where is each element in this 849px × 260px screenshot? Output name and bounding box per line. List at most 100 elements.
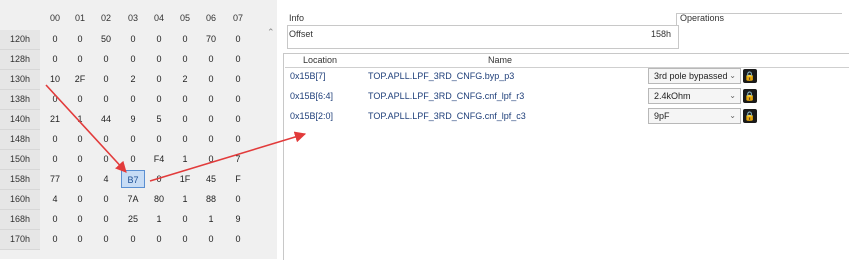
hex-cell[interactable]: 0 bbox=[43, 230, 67, 248]
hex-cell[interactable]: 0 bbox=[173, 50, 197, 68]
hex-cell[interactable]: 0 bbox=[94, 210, 118, 228]
hex-cell[interactable]: 50 bbox=[94, 30, 118, 48]
hex-cell[interactable]: 0 bbox=[68, 210, 92, 228]
hex-cell[interactable]: 2 bbox=[173, 70, 197, 88]
hex-cell[interactable]: 0 bbox=[121, 150, 145, 168]
hex-cell[interactable]: 0 bbox=[68, 170, 92, 188]
hex-cell[interactable]: 0 bbox=[43, 150, 67, 168]
hex-cell[interactable]: 0 bbox=[199, 90, 223, 108]
hex-cell[interactable]: 0 bbox=[226, 50, 250, 68]
row-location[interactable]: 0x15B[6:4] bbox=[290, 88, 333, 104]
hex-cell[interactable]: 21 bbox=[43, 110, 67, 128]
hex-cell[interactable]: 0 bbox=[94, 70, 118, 88]
hex-cell[interactable]: 7A bbox=[121, 190, 145, 208]
hex-cell[interactable]: B7 bbox=[121, 170, 145, 188]
hex-cell[interactable]: 0 bbox=[173, 110, 197, 128]
hex-cell[interactable]: 0 bbox=[43, 130, 67, 148]
hex-cell[interactable]: 0 bbox=[226, 190, 250, 208]
hex-cell[interactable]: 0 bbox=[173, 130, 197, 148]
hex-cell[interactable]: 88 bbox=[199, 190, 223, 208]
hex-cell[interactable]: 0 bbox=[147, 70, 171, 88]
hex-cell[interactable]: 0 bbox=[94, 150, 118, 168]
hex-cell[interactable]: 7 bbox=[226, 150, 250, 168]
row-location[interactable]: 0x15B[2:0] bbox=[290, 108, 333, 124]
hex-cell[interactable]: 0 bbox=[147, 50, 171, 68]
value-column-header[interactable] bbox=[645, 54, 849, 68]
hex-cell[interactable]: 0 bbox=[199, 150, 223, 168]
hex-cell[interactable]: 0 bbox=[68, 130, 92, 148]
lock-icon[interactable]: 🔒 bbox=[743, 69, 757, 83]
hex-cell[interactable]: 0 bbox=[147, 230, 171, 248]
hex-cell[interactable]: 0 bbox=[173, 90, 197, 108]
hex-cell[interactable]: 0 bbox=[121, 130, 145, 148]
hex-cell[interactable]: 0 bbox=[68, 90, 92, 108]
row-name[interactable]: TOP.APLL.LPF_3RD_CNFG.cnf_lpf_c3 bbox=[368, 108, 526, 124]
hex-cell[interactable]: 10 bbox=[43, 70, 67, 88]
hex-cell[interactable]: 2 bbox=[121, 70, 145, 88]
hex-cell[interactable]: 0 bbox=[226, 130, 250, 148]
row-location[interactable]: 0x15B[7] bbox=[290, 68, 326, 84]
lock-icon[interactable]: 🔒 bbox=[743, 109, 757, 123]
hex-cell[interactable]: 0 bbox=[199, 110, 223, 128]
hex-cell[interactable]: 0 bbox=[68, 150, 92, 168]
hex-cell[interactable]: 0 bbox=[199, 130, 223, 148]
hex-cell[interactable]: 0 bbox=[68, 230, 92, 248]
hex-cell[interactable]: 80 bbox=[147, 190, 171, 208]
hex-cell[interactable]: 0 bbox=[43, 210, 67, 228]
lock-icon[interactable]: 🔒 bbox=[743, 89, 757, 103]
value-dropdown[interactable]: 3rd pole bypassed ⌄ bbox=[648, 68, 741, 84]
hex-cell[interactable]: 0 bbox=[173, 230, 197, 248]
hex-cell[interactable]: 1 bbox=[173, 190, 197, 208]
hex-cell[interactable]: 0 bbox=[94, 90, 118, 108]
hex-cell[interactable]: 0 bbox=[147, 90, 171, 108]
hex-cell[interactable]: 4 bbox=[94, 170, 118, 188]
name-column-header[interactable]: Name bbox=[355, 54, 645, 68]
value-dropdown[interactable]: 2.4kOhm ⌄ bbox=[648, 88, 741, 104]
hex-cell[interactable]: 0 bbox=[226, 90, 250, 108]
row-name[interactable]: TOP.APLL.LPF_3RD_CNFG.cnf_lpf_r3 bbox=[368, 88, 524, 104]
hex-cell[interactable]: 1 bbox=[199, 210, 223, 228]
hex-cell[interactable]: 77 bbox=[43, 170, 67, 188]
hex-cell[interactable]: 0 bbox=[199, 230, 223, 248]
location-column-header[interactable]: Location bbox=[285, 54, 355, 68]
hex-cell[interactable]: 0 bbox=[147, 170, 171, 188]
row-name[interactable]: TOP.APLL.LPF_3RD_CNFG.byp_p3 bbox=[368, 68, 514, 84]
hex-cell[interactable]: 9 bbox=[121, 110, 145, 128]
hex-cell[interactable]: 0 bbox=[226, 70, 250, 88]
hex-cell[interactable]: 4 bbox=[43, 190, 67, 208]
hex-cell[interactable]: 0 bbox=[199, 50, 223, 68]
hex-cell[interactable]: 5 bbox=[147, 110, 171, 128]
hex-cell[interactable]: 0 bbox=[94, 130, 118, 148]
hex-cell[interactable]: 0 bbox=[121, 50, 145, 68]
hex-cell[interactable]: 1 bbox=[147, 210, 171, 228]
hex-cell[interactable]: 0 bbox=[94, 50, 118, 68]
hex-cell[interactable]: 0 bbox=[199, 70, 223, 88]
hex-cell[interactable]: 0 bbox=[94, 190, 118, 208]
hex-cell[interactable]: 25 bbox=[121, 210, 145, 228]
hex-cell[interactable]: 2F bbox=[68, 70, 92, 88]
hex-cell[interactable]: 0 bbox=[68, 30, 92, 48]
hex-cell[interactable]: 0 bbox=[121, 30, 145, 48]
hex-cell[interactable]: 0 bbox=[147, 30, 171, 48]
hex-cell[interactable]: 44 bbox=[94, 110, 118, 128]
value-dropdown[interactable]: 9pF ⌄ bbox=[648, 108, 741, 124]
hex-cell[interactable]: 1 bbox=[68, 110, 92, 128]
hex-cell[interactable]: F bbox=[226, 170, 250, 188]
hex-cell[interactable]: 0 bbox=[226, 230, 250, 248]
hex-cell[interactable]: 0 bbox=[121, 90, 145, 108]
hex-cell[interactable]: 1 bbox=[173, 150, 197, 168]
hex-cell[interactable]: 0 bbox=[94, 230, 118, 248]
hex-cell[interactable]: 0 bbox=[173, 210, 197, 228]
hex-cell[interactable]: 0 bbox=[226, 30, 250, 48]
hex-cell[interactable]: 0 bbox=[121, 230, 145, 248]
hex-cell[interactable]: 0 bbox=[173, 30, 197, 48]
hex-cell[interactable]: 9 bbox=[226, 210, 250, 228]
hex-cell[interactable]: 0 bbox=[68, 190, 92, 208]
hex-cell[interactable]: 0 bbox=[43, 50, 67, 68]
hex-cell[interactable]: 0 bbox=[226, 110, 250, 128]
scroll-up-arrow-icon[interactable]: ⌃ bbox=[267, 27, 275, 38]
hex-cell[interactable]: 0 bbox=[147, 130, 171, 148]
hex-cell[interactable]: 0 bbox=[43, 30, 67, 48]
hex-cell[interactable]: 70 bbox=[199, 30, 223, 48]
hex-cell[interactable]: 0 bbox=[68, 50, 92, 68]
